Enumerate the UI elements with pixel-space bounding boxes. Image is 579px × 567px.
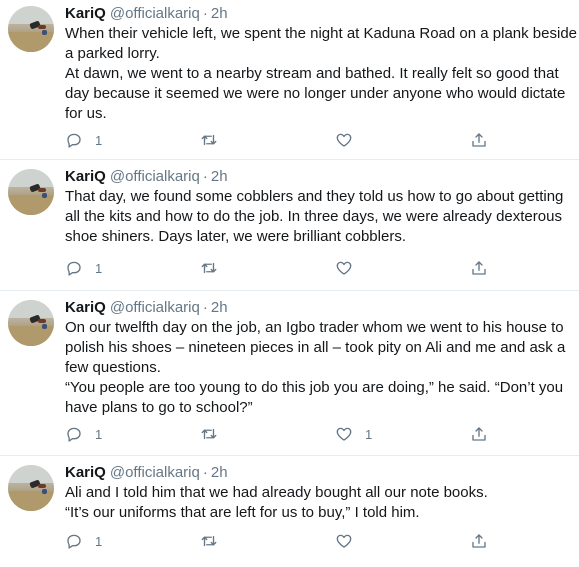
like-button[interactable] bbox=[335, 531, 365, 551]
reply-button[interactable]: 1 bbox=[65, 424, 102, 444]
like-button[interactable] bbox=[335, 258, 365, 278]
reply-count: 1 bbox=[95, 260, 103, 276]
tweet-header: KariQ @officialkariq · 2h bbox=[65, 463, 228, 483]
avatar[interactable] bbox=[8, 169, 54, 215]
retweet-icon bbox=[201, 535, 217, 547]
tweet-actions: 1 bbox=[65, 130, 525, 150]
like-button[interactable]: 1 bbox=[335, 424, 372, 444]
author-name[interactable]: KariQ bbox=[65, 299, 106, 316]
tweet-paragraph: On our twelfth day on the job, an Igbo t… bbox=[65, 319, 570, 376]
author-name[interactable]: KariQ bbox=[65, 168, 106, 185]
reply-icon bbox=[67, 261, 81, 276]
tweet-header: KariQ @officialkariq · 2h bbox=[65, 4, 228, 24]
share-button[interactable] bbox=[470, 258, 488, 278]
share-button[interactable] bbox=[470, 130, 488, 150]
heart-icon bbox=[336, 133, 352, 147]
retweet-button[interactable] bbox=[200, 130, 230, 150]
tweet-actions: 1 bbox=[65, 531, 525, 551]
tweet-actions: 1 1 bbox=[65, 424, 525, 444]
like-button[interactable] bbox=[335, 130, 365, 150]
reply-icon bbox=[67, 133, 81, 148]
heart-icon bbox=[336, 427, 352, 441]
retweet-icon bbox=[201, 428, 217, 440]
author-handle[interactable]: @officialkariq bbox=[110, 168, 200, 185]
timestamp[interactable]: 2h bbox=[211, 464, 228, 481]
reply-icon bbox=[67, 427, 81, 442]
tweet-text: That day, we found some cobblers and the… bbox=[65, 187, 577, 247]
separator-dot: · bbox=[202, 5, 208, 22]
timestamp[interactable]: 2h bbox=[211, 5, 228, 22]
tweet[interactable]: KariQ @officialkariq · 2h On our twelfth da… bbox=[0, 294, 579, 456]
reply-button[interactable]: 1 bbox=[65, 531, 102, 551]
author-name[interactable]: KariQ bbox=[65, 5, 106, 22]
separator-dot: · bbox=[202, 299, 208, 316]
like-count: 1 bbox=[365, 426, 373, 442]
heart-icon bbox=[336, 534, 352, 548]
tweet-paragraph: Ali and I told him that we had already b… bbox=[65, 484, 488, 501]
reply-count: 1 bbox=[95, 533, 103, 549]
separator-dot: · bbox=[202, 464, 208, 481]
retweet-button[interactable] bbox=[200, 424, 230, 444]
tweet-paragraph: That day, we found some cobblers and the… bbox=[65, 188, 568, 245]
reply-button[interactable]: 1 bbox=[65, 258, 102, 278]
share-button[interactable] bbox=[470, 424, 488, 444]
tweet-text: Ali and I told him that we had already b… bbox=[65, 483, 577, 523]
reply-count: 1 bbox=[95, 426, 103, 442]
avatar[interactable] bbox=[8, 300, 54, 346]
heart-icon bbox=[336, 261, 352, 275]
separator-dot: · bbox=[202, 168, 208, 185]
share-icon bbox=[472, 534, 486, 548]
reply-button[interactable]: 1 bbox=[65, 130, 102, 150]
tweet-thread: KariQ @officialkariq · 2h When their vehicl… bbox=[0, 0, 579, 567]
share-button[interactable] bbox=[470, 531, 488, 551]
avatar[interactable] bbox=[8, 465, 54, 511]
retweet-icon bbox=[201, 134, 217, 146]
tweet-header: KariQ @officialkariq · 2h bbox=[65, 298, 228, 318]
reply-icon bbox=[67, 534, 81, 549]
tweet[interactable]: KariQ @officialkariq · 2h When their vehicl… bbox=[0, 0, 579, 160]
tweet[interactable]: KariQ @officialkariq · 2h That day, we foun… bbox=[0, 163, 579, 291]
share-icon bbox=[472, 261, 486, 275]
retweet-button[interactable] bbox=[200, 531, 230, 551]
share-icon bbox=[472, 133, 486, 147]
retweet-icon bbox=[201, 262, 217, 274]
timestamp[interactable]: 2h bbox=[211, 168, 228, 185]
tweet-text: On our twelfth day on the job, an Igbo t… bbox=[65, 318, 577, 418]
tweet-actions: 1 bbox=[65, 258, 525, 278]
timestamp[interactable]: 2h bbox=[211, 299, 228, 316]
tweet-text: When their vehicle left, we spent the ni… bbox=[65, 24, 577, 124]
reply-count: 1 bbox=[95, 132, 103, 148]
tweet-header: KariQ @officialkariq · 2h bbox=[65, 167, 228, 187]
tweet-paragraph: At dawn, we went to a nearby stream and … bbox=[65, 65, 570, 122]
tweet-paragraph: “It’s our uniforms that are left for us … bbox=[65, 504, 420, 521]
share-icon bbox=[472, 427, 486, 441]
retweet-button[interactable] bbox=[200, 258, 230, 278]
tweet-paragraph: “You people are too young to do this job… bbox=[65, 379, 568, 416]
author-handle[interactable]: @officialkariq bbox=[110, 299, 200, 316]
avatar[interactable] bbox=[8, 6, 54, 52]
author-name[interactable]: KariQ bbox=[65, 464, 106, 481]
author-handle[interactable]: @officialkariq bbox=[110, 464, 200, 481]
tweet-paragraph: When their vehicle left, we spent the ni… bbox=[65, 25, 577, 62]
author-handle[interactable]: @officialkariq bbox=[110, 5, 200, 22]
tweet[interactable]: KariQ @officialkariq · 2h Ali and I told hi… bbox=[0, 459, 579, 567]
